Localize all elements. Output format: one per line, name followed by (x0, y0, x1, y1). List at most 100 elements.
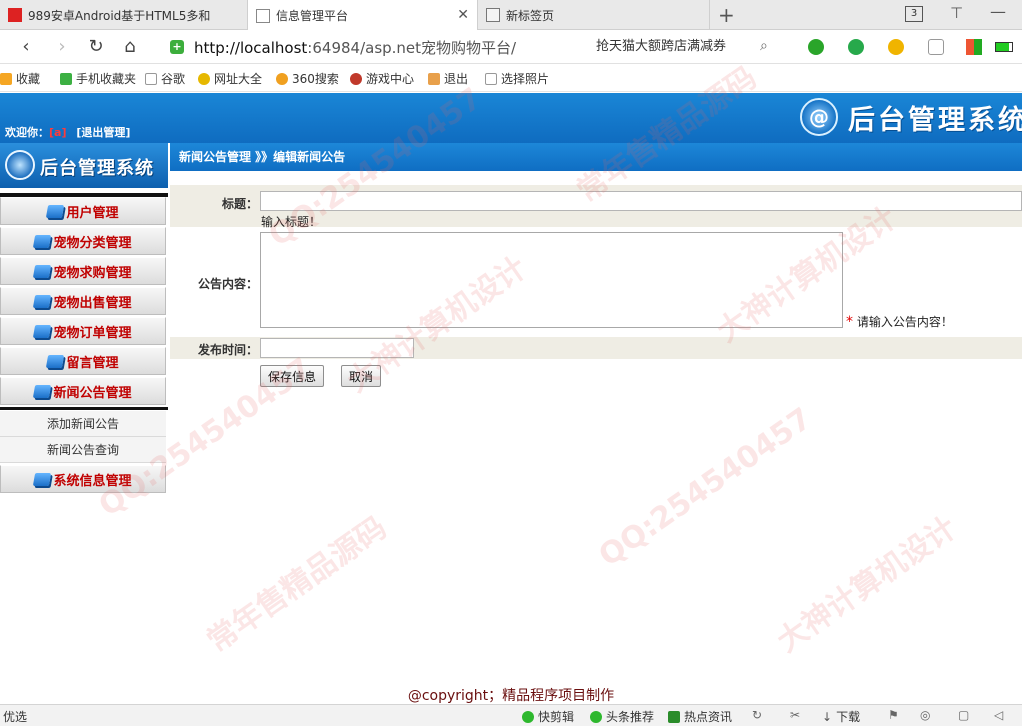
status-label: 头条推荐 (606, 710, 655, 724)
content-hint: 请输入公告内容！ (856, 315, 953, 329)
flag-icon[interactable]: ⚑ (888, 708, 899, 722)
sidebar-item-pet-category[interactable]: 宠物分类管理 (0, 227, 166, 255)
minimize-icon[interactable]: — (990, 2, 1006, 21)
sidebar-title: 后台管理系统 (40, 158, 154, 179)
bookmark-games[interactable]: 游戏中心 (350, 70, 414, 87)
home-icon[interactable]: ⌂ (118, 35, 142, 59)
exit-icon (428, 72, 440, 85)
form-row-content: 公告内容： * 请输入公告内容！ (170, 229, 1022, 333)
bookmark-label: 退出 (444, 72, 469, 86)
search-icon[interactable]: ⌕ (760, 38, 768, 54)
grid-icon (486, 8, 500, 22)
bookmark-favorites[interactable]: 收藏 (0, 70, 40, 87)
tab-count-badge[interactable]: 3 (905, 6, 923, 22)
battery-icon (995, 42, 1013, 52)
tools-icon[interactable]: ✂ (790, 708, 800, 722)
divider (0, 407, 168, 410)
submenu-query-news[interactable]: 新闻公告查询 (0, 437, 166, 463)
bookmark-exit[interactable]: 退出 (428, 70, 468, 87)
status-label: 下载 (836, 710, 861, 724)
browser-tab-2[interactable]: 信息管理平台 ✕ (248, 0, 478, 31)
browser-tab-1[interactable]: 989安卓Android基于HTML5多和 (0, 0, 248, 30)
sidebar-item-pet-wanted[interactable]: 宠物求购管理 (0, 257, 166, 285)
bookmark-label: 360搜索 (292, 72, 339, 86)
browser-toolbar: ‹ › ↻ ⌂ + http://localhost:64984/asp.net… (0, 30, 1022, 64)
bookmark-label: 收藏 (16, 72, 41, 86)
form-row-time: 发布时间： (170, 337, 1022, 359)
sidebar-item-users[interactable]: 用户管理 (0, 197, 166, 225)
content-textarea[interactable] (260, 232, 843, 328)
system-title: 后台管理系统 (848, 104, 1022, 136)
new-tab-plus-icon[interactable]: + (718, 3, 735, 27)
coupon-icon[interactable] (888, 39, 904, 55)
required-star: * (846, 314, 853, 330)
shirt-icon[interactable]: ⊤ (950, 4, 963, 22)
sidebar-item-pet-sale[interactable]: 宠物出售管理 (0, 287, 166, 315)
address-bar[interactable]: + http://localhost:64984/asp.net宠物购物平台/ (170, 34, 585, 60)
header-logo: @ 后台管理系统 (800, 97, 1022, 137)
tab-title: 新标签页 (506, 8, 555, 23)
browser-tab-3[interactable]: 新标签页 (478, 0, 710, 30)
menu-icon (46, 354, 65, 368)
logout-link[interactable]: [退出管理] (76, 126, 130, 139)
play-icon (590, 710, 602, 723)
menu-icon (33, 294, 52, 308)
browser-icon[interactable]: ◎ (920, 708, 930, 722)
status-quick-edit[interactable]: 快剪辑 (522, 708, 574, 725)
bookmark-google[interactable]: 谷歌 (145, 70, 185, 87)
page-icon (145, 72, 157, 85)
sidebar-logo: 后台管理系统 (0, 143, 168, 188)
back-icon[interactable]: ‹ (14, 35, 38, 59)
cancel-button[interactable]: 取消 (341, 365, 382, 387)
save-button[interactable]: 保存信息 (260, 365, 325, 387)
forward-icon[interactable]: › (50, 35, 74, 59)
window-icon[interactable]: ▢ (958, 708, 969, 722)
sidebar-item-pet-orders[interactable]: 宠物订单管理 (0, 317, 166, 345)
footer-copyright: @copyright；精品程序项目制作 (407, 688, 615, 704)
menu-label: 宠物求购管理 (53, 265, 132, 281)
speaker-icon[interactable]: ◁ (994, 708, 1003, 722)
play-icon (522, 710, 534, 723)
title-input[interactable] (260, 191, 1022, 211)
status-label: 快剪辑 (538, 710, 575, 724)
secure-shield-icon: + (170, 40, 184, 54)
sidebar-item-system-info[interactable]: 系统信息管理 (0, 465, 166, 493)
at-logo-icon (5, 150, 35, 180)
submenu-add-news[interactable]: 添加新闻公告 (0, 411, 166, 437)
menu-label: 用户管理 (66, 205, 119, 221)
close-tab-icon[interactable]: ✕ (457, 7, 469, 23)
sidebar-item-messages[interactable]: 留言管理 (0, 347, 166, 375)
game-icon (350, 72, 362, 85)
bookmark-label: 网址大全 (214, 72, 263, 86)
url-path: :64984/asp.net宠物购物平台/ (307, 38, 517, 57)
bookmark-sites[interactable]: 网址大全 (198, 70, 262, 87)
bookmark-360[interactable]: 360搜索 (276, 70, 339, 87)
tab-title: 989安卓Android基于HTML5多和 (28, 8, 211, 23)
browser-search-input[interactable]: 抢天猫大额跨店满减券 (590, 36, 785, 58)
menu-label: 宠物订单管理 (53, 325, 132, 341)
menu-label: 系统信息管理 (53, 473, 132, 489)
menu-icon (33, 234, 52, 248)
sidebar-item-news[interactable]: 新闻公告管理 (0, 377, 166, 405)
bookmark-photo[interactable]: 选择照片 (485, 70, 549, 87)
bookmark-mobile[interactable]: 手机收藏夹 (60, 70, 136, 87)
bookmark-label: 游戏中心 (366, 72, 415, 86)
status-headlines[interactable]: 头条推荐 (590, 708, 654, 725)
status-download[interactable]: ↓ 下载 (822, 708, 860, 725)
status-hot-news[interactable]: 热点资讯 (668, 708, 732, 725)
refresh-icon[interactable]: ↻ (752, 708, 762, 722)
at-logo-icon: @ (800, 98, 838, 136)
menu-icon (46, 204, 65, 218)
title-hint: 输入标题！ (261, 215, 322, 229)
publish-time-input[interactable] (260, 338, 414, 358)
status-left-text: 优选 (3, 710, 28, 724)
star-icon (0, 72, 12, 85)
site-favicon-icon (8, 8, 22, 22)
reload-icon[interactable]: ↻ (84, 35, 108, 59)
url-text[interactable]: http://localhost:64984/asp.net宠物购物平台/ (194, 37, 516, 58)
apps-icon[interactable] (966, 39, 982, 55)
scissors-icon[interactable] (808, 39, 824, 55)
emoji-icon[interactable] (928, 39, 944, 55)
bookmark-label: 选择照片 (501, 72, 550, 86)
translate-icon[interactable] (848, 39, 864, 55)
